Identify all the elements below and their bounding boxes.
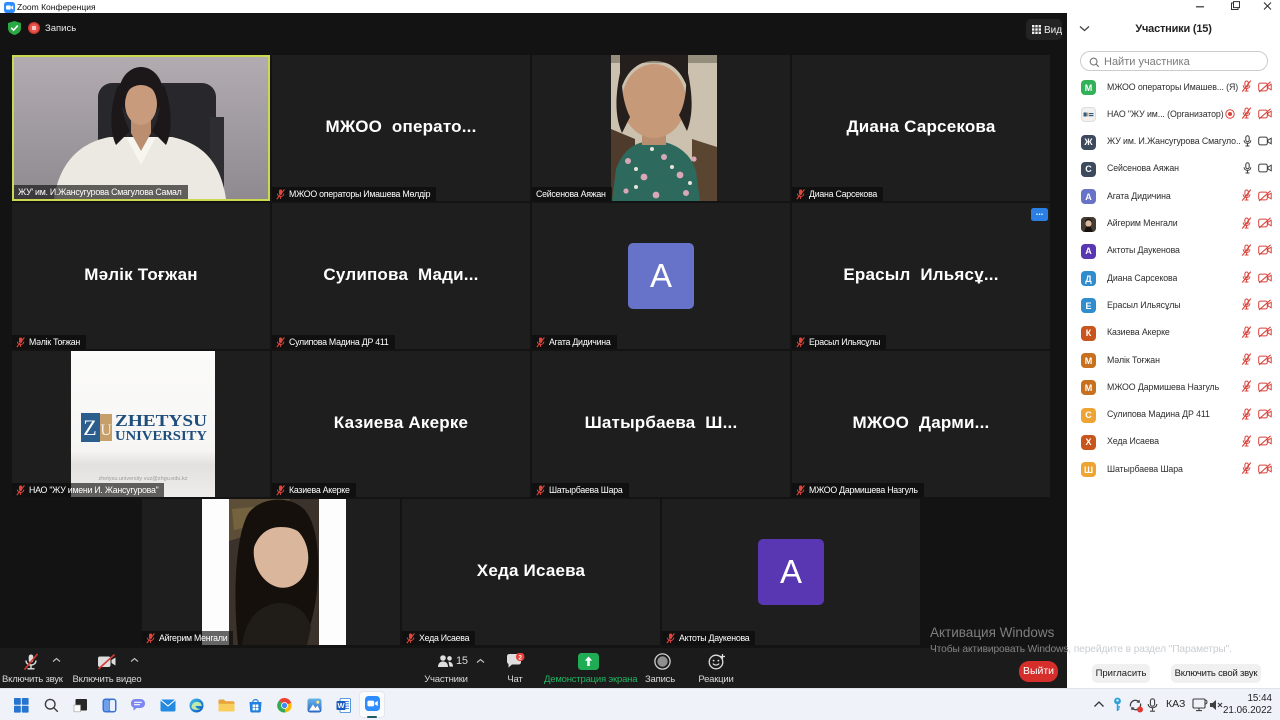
svg-text:W: W bbox=[337, 701, 345, 710]
svg-text:UNIVERSITY: UNIVERSITY bbox=[115, 428, 207, 443]
svg-text:Z: Z bbox=[83, 415, 96, 440]
svg-text:U: U bbox=[100, 422, 112, 439]
svg-text:2: 2 bbox=[518, 655, 522, 662]
svg-text:zhetysu.university vuz@zh: zhetysu.university vuz@zhgu.edu.kz bbox=[98, 476, 187, 482]
